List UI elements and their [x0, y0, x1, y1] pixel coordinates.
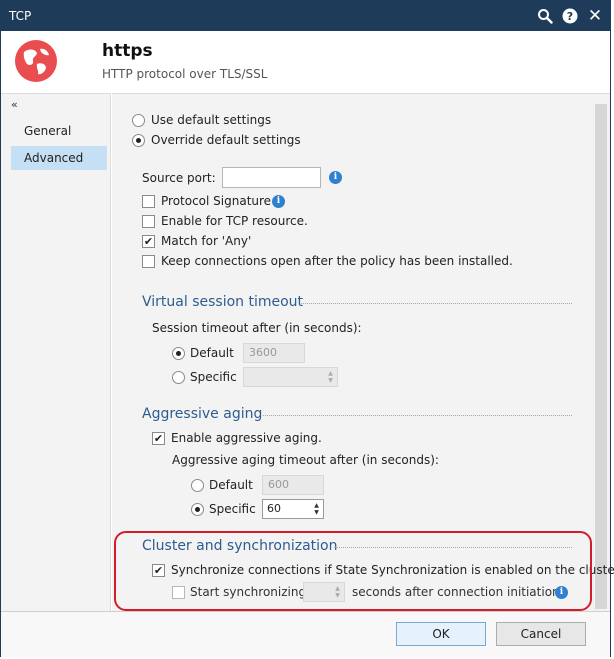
globe-icon	[15, 40, 57, 82]
match-any-label: Match for 'Any'	[161, 234, 252, 248]
source-port-label: Source port:	[142, 171, 216, 185]
vertical-scrollbar[interactable]	[592, 93, 610, 611]
session-timeout-specific-stepper[interactable]: ▲ ▼	[243, 367, 338, 387]
window-title: TCP	[9, 9, 32, 23]
match-any-checkbox[interactable]: ✔	[142, 235, 155, 248]
search-icon[interactable]	[535, 6, 555, 26]
title-bar: TCP ? ✕	[1, 1, 610, 31]
keep-connections-open-label: Keep connections open after the policy h…	[161, 254, 513, 268]
aging-specific-label: Specific	[209, 502, 256, 516]
close-icon[interactable]: ✕	[585, 6, 605, 26]
session-timeout-default-radio[interactable]	[172, 347, 185, 360]
aging-specific-radio[interactable]	[191, 503, 204, 516]
protocol-signature-info-icon[interactable]: i	[272, 195, 285, 208]
session-timeout-specific-radio[interactable]	[172, 371, 185, 384]
session-timeout-prompt: Session timeout after (in seconds):	[152, 321, 362, 335]
override-default-radio[interactable]	[132, 134, 145, 147]
ok-button[interactable]: OK	[396, 622, 486, 646]
session-timeout-default-value: 3600	[243, 343, 305, 363]
sidebar-item-advanced[interactable]: Advanced	[11, 146, 107, 170]
enable-tcp-resource-checkbox[interactable]	[142, 215, 155, 228]
dialog-footer: OK Cancel	[1, 611, 610, 657]
tcp-properties-window: TCP ? ✕ https HTTP protocol over TLS/SSL…	[0, 0, 614, 657]
section-divider	[301, 303, 572, 304]
object-description: HTTP protocol over TLS/SSL	[102, 67, 268, 81]
cancel-button[interactable]: Cancel	[496, 622, 586, 646]
section-divider	[263, 415, 572, 416]
use-default-radio[interactable]	[132, 114, 145, 127]
help-icon[interactable]: ?	[560, 6, 580, 26]
keep-connections-open-checkbox[interactable]	[142, 255, 155, 268]
protocol-signature-checkbox[interactable]	[142, 195, 155, 208]
enable-aggressive-aging-checkbox[interactable]: ✔	[152, 432, 165, 445]
aggressive-aging-prompt: Aggressive aging timeout after (in secon…	[172, 453, 439, 467]
aggressive-aging-title: Aggressive aging	[142, 406, 263, 422]
object-header: https HTTP protocol over TLS/SSL	[1, 31, 610, 93]
source-port-input[interactable]	[222, 167, 321, 188]
sidebar-item-general[interactable]: General	[11, 119, 107, 143]
sidebar: « General Advanced	[1, 93, 111, 611]
virtual-session-timeout-title: Virtual session timeout	[142, 294, 304, 310]
collapse-sidebar-icon[interactable]: «	[11, 98, 18, 111]
aging-specific-stepper[interactable]: 60 ▲ ▼	[262, 499, 324, 519]
use-default-label: Use default settings	[151, 113, 272, 127]
stepper-arrows-icon[interactable]: ▲ ▼	[312, 502, 321, 516]
enable-tcp-resource-label: Enable for TCP resource.	[161, 214, 308, 228]
svg-text:?: ?	[567, 10, 573, 23]
aging-default-radio[interactable]	[191, 479, 204, 492]
enable-aggressive-aging-label: Enable aggressive aging.	[171, 431, 322, 445]
aging-default-label: Default	[209, 478, 253, 492]
stepper-arrows-icon[interactable]: ▲ ▼	[326, 370, 335, 384]
aging-default-value: 600	[262, 475, 324, 495]
override-default-label: Override default settings	[151, 133, 301, 147]
session-timeout-default-label: Default	[190, 346, 234, 360]
object-name: https	[102, 41, 153, 61]
aging-specific-value: 60	[267, 502, 281, 515]
session-timeout-specific-label: Specific	[190, 370, 237, 384]
scrollbar-thumb[interactable]	[595, 104, 607, 609]
protocol-signature-label: Protocol Signature	[161, 194, 272, 208]
cluster-sync-highlight	[114, 531, 592, 611]
source-port-info-icon[interactable]: i	[329, 171, 342, 184]
